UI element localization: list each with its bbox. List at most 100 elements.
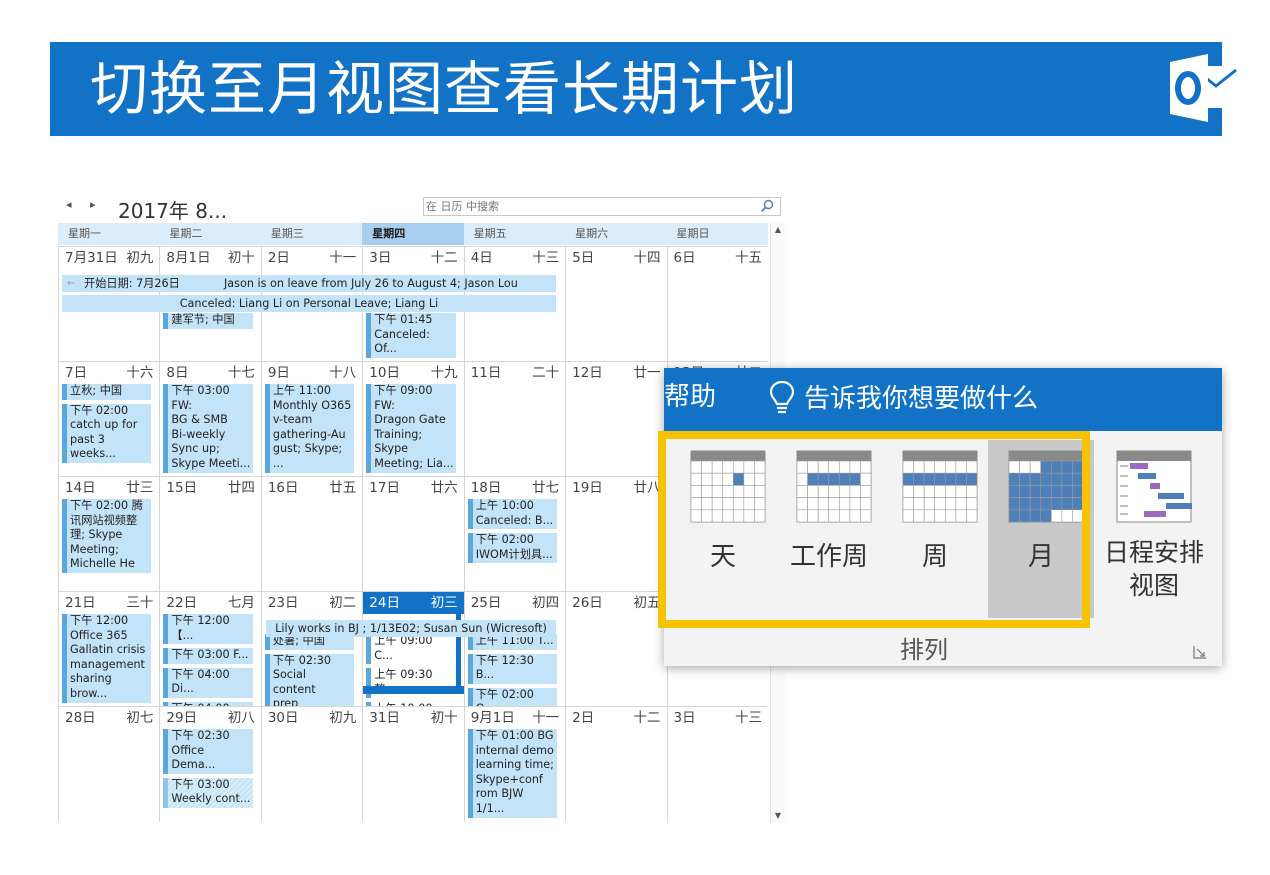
day-date-header: 3日 十三 — [668, 707, 768, 729]
day-cell[interactable]: 14日 廿三 下午 02:00 腾 讯网站视频整 理; Skype Meeting;… — [58, 477, 159, 592]
day-number: 24日 — [369, 595, 400, 611]
calendar-event[interactable]: 建军节; 中国 — [163, 313, 253, 329]
weekday-header-cell: 星期五 — [473, 227, 507, 240]
day-cell[interactable]: 25日 初四 上午 11:00 T... 下午 12:30 B... 下午 02:00 … — [463, 592, 565, 707]
search-input[interactable] — [426, 198, 746, 215]
lunar-date: 廿一 — [633, 365, 661, 381]
calendar-event[interactable]: 上午 09:00 C... — [366, 634, 456, 665]
calendar-event[interactable]: 下午 12:00 【... — [163, 614, 253, 645]
day-number: 2日 — [267, 250, 290, 266]
day-cell[interactable]: 28日 初七 — [58, 707, 159, 822]
day-number: 8日 — [166, 365, 189, 381]
calendar-event[interactable]: 下午 03:00 F... — [163, 648, 253, 664]
day-number: 11日 — [470, 365, 502, 381]
calendar-search-box[interactable] — [423, 197, 781, 216]
day-date-header: 23日 初二 — [262, 592, 362, 614]
lunar-date: 初九 — [329, 710, 357, 726]
multi-day-event[interactable]: Lily works in BJ ; 1/13E02; Susan Sun (W… — [266, 620, 556, 637]
tab-help[interactable]: 帮助 — [664, 380, 716, 414]
day-cell[interactable]: 15日 廿四 — [159, 477, 260, 592]
day-cell[interactable]: 9月1日 十一 下午 01:00 BG internal demo learning… — [463, 707, 565, 822]
day-date-header: 30日 初九 — [262, 707, 362, 729]
day-number: 3日 — [369, 250, 392, 266]
day-date-header: 2日 十二 — [566, 707, 666, 729]
calendar-event[interactable]: 下午 02:30 Office Dema... — [163, 729, 253, 774]
day-cell[interactable]: 8日 十七 下午 03:00 FW: BG & SMB Bi-weekly Sync… — [159, 362, 260, 477]
day-cell[interactable]: 24日初三上午 09:00 C...上午 09:30 整...上午 10:00 … — [362, 592, 464, 707]
calendar-event[interactable]: 下午 02:00 腾 讯网站视频整 理; Skype Meeting; Mich… — [62, 499, 152, 573]
day-cell[interactable]: 3日 十三 — [666, 707, 768, 822]
day-date-header: 25日 初四 — [465, 592, 565, 614]
calendar-event[interactable]: 下午 12:00 Office 365 Gallatin crisis mana… — [62, 614, 152, 703]
day-cell[interactable]: 30日 初九 — [260, 707, 362, 822]
work-week-view-button[interactable]: 工作周 — [776, 440, 882, 618]
calendar-event[interactable]: 上午 11:00 Monthly O365 v-team gathering-A… — [264, 384, 355, 473]
calendar-event[interactable]: 下午 01:00 BG internal demo learning time;… — [467, 729, 558, 818]
calendar-event[interactable]: 下午 02:00 O... — [467, 687, 558, 707]
day-cell[interactable]: 9日 十八 上午 11:00 Monthly O365 v-team gatheri… — [260, 362, 362, 477]
lunar-date: 廿五 — [329, 480, 357, 496]
search-icon[interactable] — [760, 199, 774, 213]
calendar-event[interactable]: 下午 03:00 FW: BG & SMB Bi-weekly Sync up;… — [163, 384, 253, 473]
day-cell[interactable]: 19日 廿八 — [565, 477, 666, 592]
lunar-date: 廿八 — [633, 480, 661, 496]
day-cell[interactable]: 31日 初十 — [362, 707, 463, 822]
day-date-header: 9月1日 十一 — [465, 707, 565, 729]
calendar-event[interactable]: 下午 02:00 IWOM计划具... — [467, 533, 558, 564]
lunar-date: 十八 — [329, 365, 357, 381]
day-date-header: 14日 廿三 — [59, 477, 159, 499]
schedule-view-icon — [1116, 450, 1192, 523]
day-cell[interactable]: 23日 初二 处暑; 中国 下午 02:30 Social content prep … — [260, 592, 362, 707]
day-date-header: 5日 十四 — [566, 247, 666, 269]
day-cell[interactable]: 2日 十二 — [565, 707, 666, 822]
day-date-header: 2日 十一 — [262, 247, 362, 269]
scroll-up-arrow-icon[interactable]: ▲ — [771, 223, 785, 237]
day-cell[interactable]: 17日 廿六 — [362, 477, 463, 592]
multi-day-event[interactable]: ← 开始日期: 7月26日 Jason is on leave from July … — [62, 275, 556, 292]
lightbulb-icon — [769, 380, 795, 414]
next-month-button[interactable]: ▸ — [90, 198, 96, 211]
previous-month-button[interactable]: ◂ — [66, 198, 72, 211]
scroll-down-arrow-icon[interactable]: ▼ — [771, 809, 785, 823]
week-view-label: 周 — [921, 542, 948, 572]
month-view-button[interactable]: 月 — [988, 440, 1094, 618]
lunar-date: 初十 — [227, 250, 255, 266]
calendar-event[interactable]: 下午 01:45 Canceled: Of... — [366, 313, 456, 358]
day-number: 30日 — [267, 710, 299, 726]
calendar-event[interactable]: 下午 12:30 B... — [467, 653, 558, 684]
calendar-event[interactable]: 下午 02:00 catch up for past 3 weeks... — [62, 403, 152, 463]
tell-me-search[interactable]: 告诉我你想要做什么 — [804, 382, 1038, 416]
day-cell[interactable]: 16日 廿五 — [260, 477, 362, 592]
day-cell[interactable]: 10日 十九 下午 09:00 FW: Dragon Gate Training; … — [362, 362, 463, 477]
day-view-button[interactable]: 天 — [670, 440, 776, 618]
day-cell[interactable]: 21日 三十 下午 12:00 Office 365 Gallatin crisis… — [58, 592, 159, 707]
day-number: 26日 — [572, 595, 603, 611]
calendar-event[interactable]: 上午 10:00 Canceled: B... — [467, 499, 558, 530]
day-number: 4日 — [470, 250, 493, 266]
lunar-date: 廿六 — [430, 480, 458, 496]
day-cell[interactable]: 11日 二十 — [463, 362, 565, 477]
calendar-event[interactable]: 下午 04:00 Di... — [163, 667, 253, 698]
day-cell[interactable]: 7日 十六 立秋; 中国 下午 02:00 catch up for past 3 w… — [58, 362, 159, 477]
day-number: 19日 — [572, 480, 603, 496]
week-view-button[interactable]: 周 — [882, 440, 988, 618]
day-cell[interactable]: 26日 初五 — [565, 592, 666, 707]
day-cell[interactable]: 12日 廿一 — [565, 362, 666, 477]
dialog-launcher-icon[interactable] — [1192, 644, 1208, 660]
day-cell[interactable]: 5日 十四 — [565, 247, 666, 362]
calendar-event[interactable]: 立秋; 中国 — [62, 384, 152, 400]
lunar-date: 七月 — [227, 595, 255, 611]
calendar-event[interactable]: 下午 03:00 Weekly cont... — [163, 777, 253, 808]
day-number: 3日 — [673, 710, 696, 726]
schedule-view-button[interactable]: 日程安排 视图 — [1094, 440, 1214, 618]
day-cell[interactable]: 6日 十五 — [666, 247, 768, 362]
calendar-event[interactable]: 下午 09:00 FW: Dragon Gate Training; Skype… — [366, 384, 456, 473]
calendar-event[interactable]: 下午 02:30 Social content prep discussi... — [264, 653, 355, 707]
multi-day-event[interactable]: Canceled: Liang Li on Personal Leave; Li… — [62, 295, 556, 312]
event-title: Lily works in BJ ; 1/13E02; Susan Sun (W… — [275, 622, 547, 635]
day-date-header: 26日 初五 — [566, 592, 666, 614]
day-cell[interactable]: 18日 廿七 上午 10:00 Canceled: B... 下午 02:00 IWO… — [463, 477, 565, 592]
day-cell[interactable]: 29日 初八 下午 02:30 Office Dema... 下午 03:00 Wee… — [159, 707, 260, 822]
day-number: 22日 — [166, 595, 198, 611]
day-cell[interactable]: 22日 七月下午 12:00 【... 下午 03:00 F... 下午 04:00 … — [159, 592, 260, 707]
